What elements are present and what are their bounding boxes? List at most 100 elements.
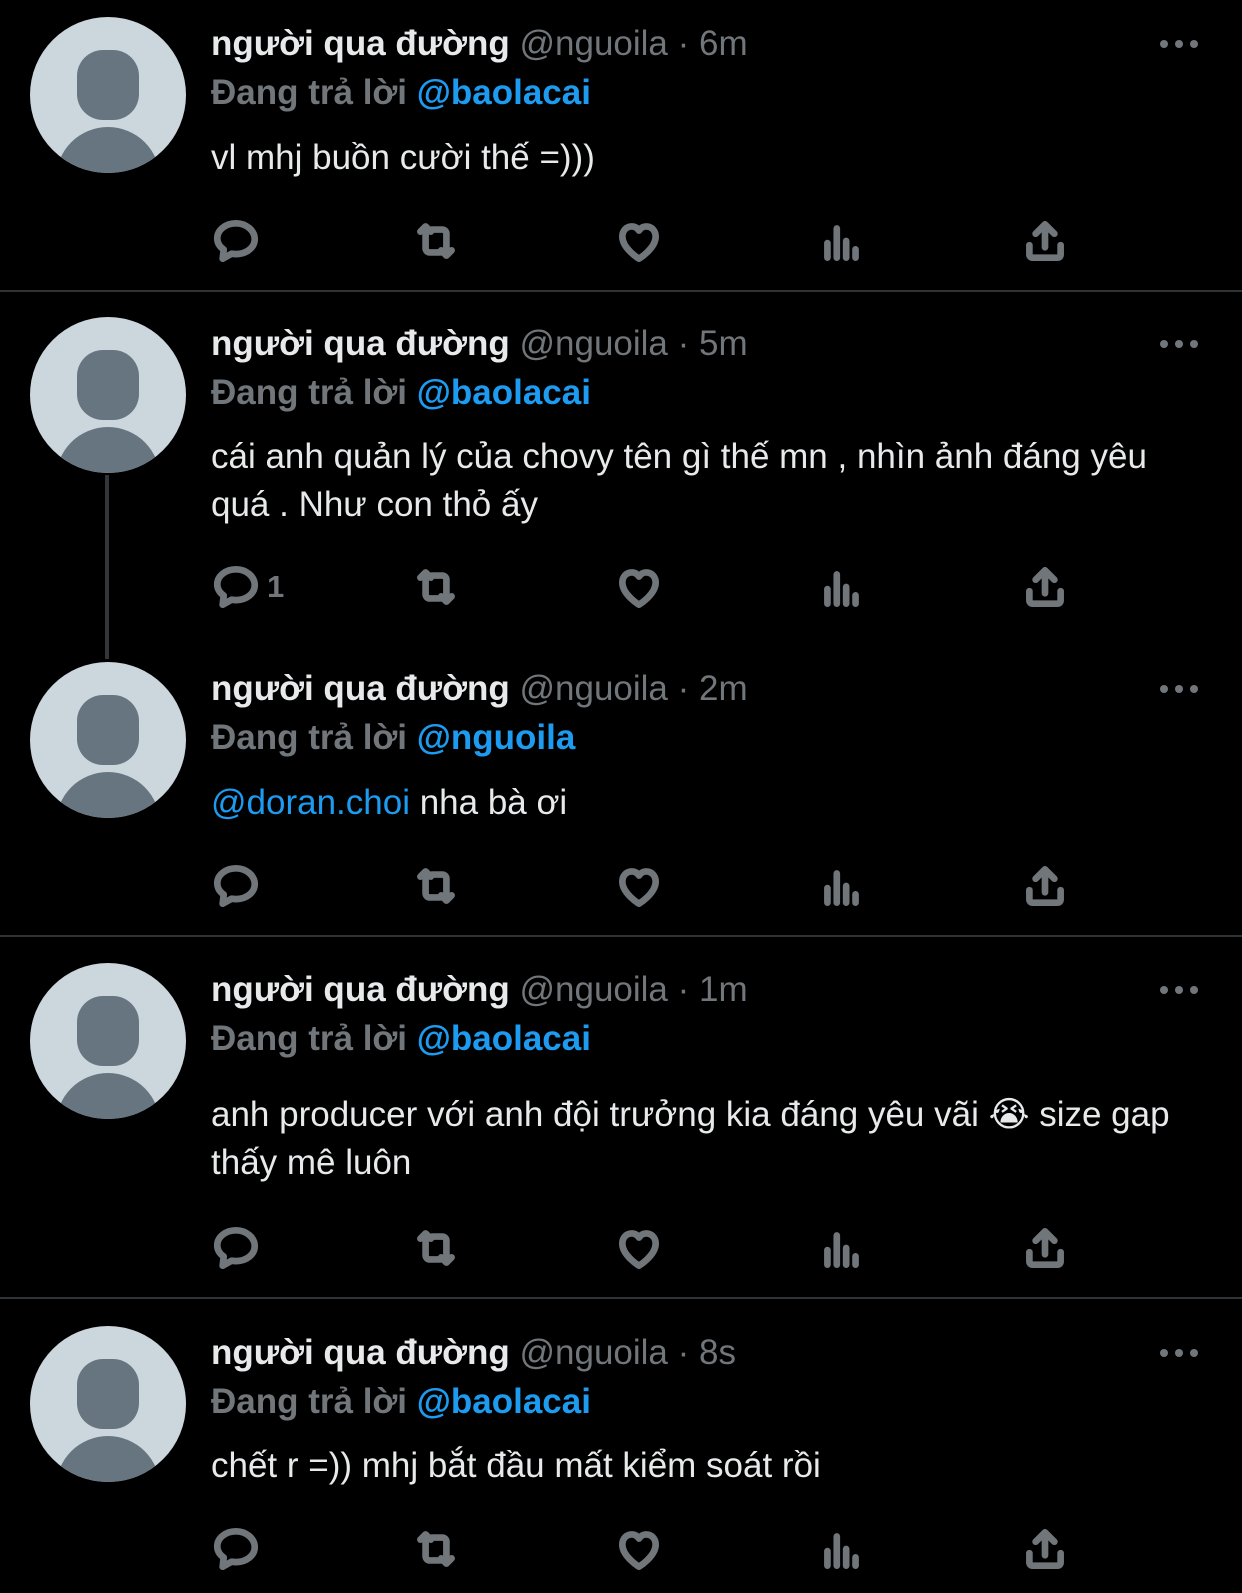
display-name[interactable]: người qua đường xyxy=(211,669,510,708)
share-button[interactable] xyxy=(1020,1523,1070,1575)
tweet-text: @doran.choi nha bà ơi xyxy=(211,779,1171,827)
reply-icon xyxy=(213,1527,259,1571)
reply-icon xyxy=(213,864,259,908)
avatar[interactable] xyxy=(30,963,186,1119)
tweet-header: người qua đường @nguoila · 5m xyxy=(211,322,748,366)
share-button[interactable] xyxy=(1020,215,1070,267)
like-icon xyxy=(619,1230,659,1270)
tweet-text: chết r =)) mhj bắt đầu mất kiểm soát rồi xyxy=(211,1442,1171,1490)
timestamp[interactable]: 1m xyxy=(699,970,748,1009)
separator-dot: · xyxy=(677,970,690,1009)
replying-to: Đang trả lời @nguoila xyxy=(211,716,575,760)
replying-to-handle[interactable]: @baolacai xyxy=(417,1382,591,1421)
avatar[interactable] xyxy=(30,317,186,473)
tweet-header: người qua đường @nguoila · 1m xyxy=(211,968,748,1012)
views-button[interactable] xyxy=(817,215,867,267)
timestamp[interactable]: 5m xyxy=(699,324,748,363)
share-icon xyxy=(1026,1529,1064,1569)
display-name[interactable]: người qua đường xyxy=(211,24,510,63)
timestamp[interactable]: 8s xyxy=(699,1333,736,1372)
share-button[interactable] xyxy=(1020,561,1070,613)
user-handle[interactable]: @nguoila xyxy=(519,324,667,363)
replying-to-label: Đang trả lời xyxy=(211,718,408,757)
display-name[interactable]: người qua đường xyxy=(211,324,510,363)
views-button[interactable] xyxy=(817,1222,867,1274)
replying-to-handle[interactable]: @baolacai xyxy=(417,1019,591,1058)
avatar[interactable] xyxy=(30,17,186,173)
reply-icon xyxy=(213,565,259,609)
retweet-button[interactable] xyxy=(411,1523,461,1575)
retweet-button[interactable] xyxy=(411,215,461,267)
avatar[interactable] xyxy=(30,1326,186,1482)
share-icon xyxy=(1026,567,1064,607)
avatar-head-shape xyxy=(77,350,139,420)
reply-icon xyxy=(213,1226,259,1270)
more-icon[interactable] xyxy=(1160,38,1198,50)
avatar-body-shape xyxy=(56,772,160,818)
retweet-button[interactable] xyxy=(411,1222,461,1274)
more-icon[interactable] xyxy=(1160,1347,1198,1359)
retweet-button[interactable] xyxy=(411,860,461,912)
reply-button[interactable] xyxy=(211,860,267,912)
user-handle[interactable]: @nguoila xyxy=(519,970,667,1009)
tweet-actions xyxy=(211,1523,1091,1575)
display-name[interactable]: người qua đường xyxy=(211,1333,510,1372)
like-icon xyxy=(619,1531,659,1571)
views-button[interactable] xyxy=(817,561,867,613)
avatar-body-shape xyxy=(56,1436,160,1482)
reply-count: 1 xyxy=(267,569,285,604)
user-handle[interactable]: @nguoila xyxy=(519,24,667,63)
reply-button[interactable] xyxy=(211,215,267,267)
replying-to-handle[interactable]: @baolacai xyxy=(417,373,591,412)
views-icon xyxy=(824,870,859,906)
replying-to-handle[interactable]: @baolacai xyxy=(417,73,591,112)
views-button[interactable] xyxy=(817,860,867,912)
views-icon xyxy=(824,1232,859,1268)
divider xyxy=(0,290,1242,292)
like-button[interactable] xyxy=(614,1523,664,1575)
replying-to: Đang trả lời @baolacai xyxy=(211,71,591,115)
share-button[interactable] xyxy=(1020,860,1070,912)
tweet-text: anh producer với anh đội trưởng kia đáng… xyxy=(211,1091,1171,1187)
avatar-head-shape xyxy=(77,695,139,765)
retweet-button[interactable] xyxy=(411,561,461,613)
timestamp[interactable]: 6m xyxy=(699,24,748,63)
views-icon xyxy=(824,571,859,607)
mention-link[interactable]: @doran.choi xyxy=(211,783,410,822)
replying-to-label: Đang trả lời xyxy=(211,73,408,112)
replying-to: Đang trả lời @baolacai xyxy=(211,1380,591,1424)
share-icon xyxy=(1026,221,1064,261)
like-button[interactable] xyxy=(614,215,664,267)
more-icon[interactable] xyxy=(1160,338,1198,350)
reply-button[interactable]: 1 xyxy=(211,561,284,613)
tweet-text: vl mhj buồn cười thế =))) xyxy=(211,134,1171,182)
divider xyxy=(0,1297,1242,1299)
user-handle[interactable]: @nguoila xyxy=(519,669,667,708)
replying-to-handle[interactable]: @nguoila xyxy=(417,718,576,757)
display-name[interactable]: người qua đường xyxy=(211,970,510,1009)
like-button[interactable] xyxy=(614,1222,664,1274)
avatar-body-shape xyxy=(56,1073,160,1119)
share-button[interactable] xyxy=(1020,1222,1070,1274)
like-icon xyxy=(619,868,659,908)
views-icon xyxy=(824,225,859,261)
more-icon[interactable] xyxy=(1160,683,1198,695)
share-icon xyxy=(1026,1228,1064,1268)
avatar-body-shape xyxy=(56,427,160,473)
avatar[interactable] xyxy=(30,662,186,818)
reply-button[interactable] xyxy=(211,1523,267,1575)
reply-button[interactable] xyxy=(211,1222,267,1274)
like-button[interactable] xyxy=(614,561,664,613)
replying-to: Đang trả lời @baolacai xyxy=(211,371,591,415)
like-button[interactable] xyxy=(614,860,664,912)
more-icon[interactable] xyxy=(1160,984,1198,996)
tweet-header: người qua đường @nguoila · 6m xyxy=(211,22,748,66)
avatar-body-shape xyxy=(56,127,160,173)
tweet-text-body: anh producer với anh đội trưởng kia đáng… xyxy=(211,1095,1170,1182)
views-button[interactable] xyxy=(817,1523,867,1575)
retweet-icon xyxy=(417,1230,455,1266)
user-handle[interactable]: @nguoila xyxy=(519,1333,667,1372)
separator-dot: · xyxy=(677,669,690,708)
timestamp[interactable]: 2m xyxy=(699,669,748,708)
separator-dot: · xyxy=(677,24,690,63)
